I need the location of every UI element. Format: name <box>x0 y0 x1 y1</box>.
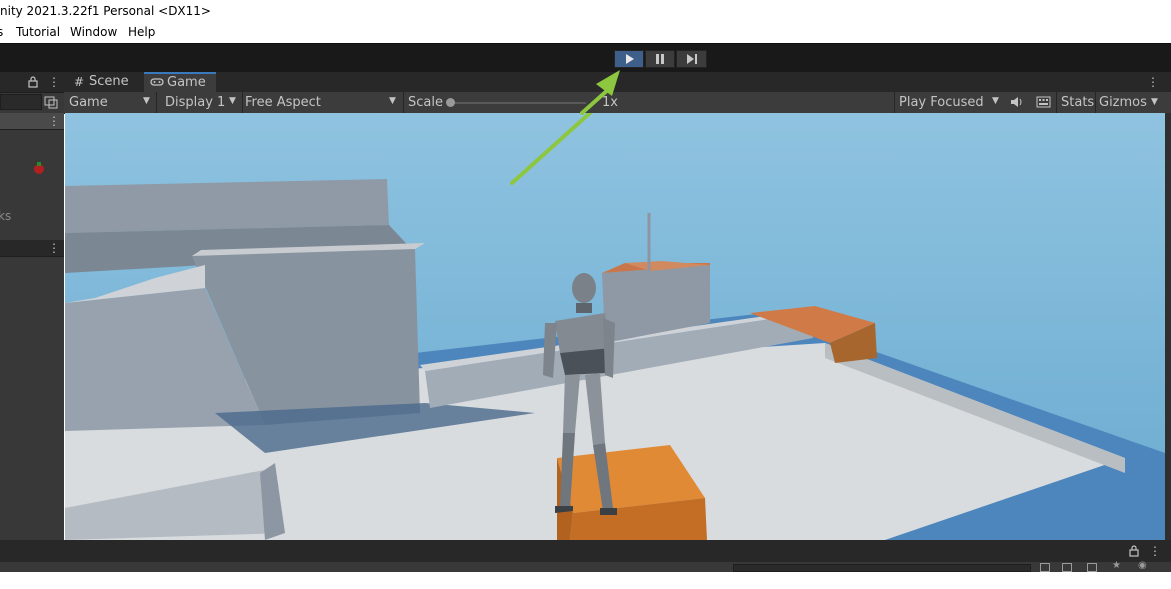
hash-icon: # <box>74 75 85 89</box>
menu-item-partial[interactable]: s <box>0 25 3 39</box>
kebab-menu-icon[interactable]: ⋮ <box>1149 545 1161 557</box>
panel-header: ⋮ <box>0 72 64 93</box>
game-viewport[interactable] <box>65 113 1165 540</box>
pause-icon <box>656 54 664 64</box>
kebab-menu-icon[interactable]: ⋮ <box>48 115 60 127</box>
hierarchy-panel: ⋮ ⋮ ks ⋮ <box>0 72 64 540</box>
tab-scene[interactable]: # Scene <box>68 72 142 92</box>
kebab-menu-icon[interactable]: ⋮ <box>1147 76 1159 88</box>
viewport-right-edge <box>1165 113 1171 540</box>
tab-scene-label: Scene <box>89 74 129 89</box>
aspect-label: Free Aspect <box>245 95 321 110</box>
display-label: Display 1 <box>165 95 226 110</box>
lock-icon[interactable] <box>28 76 38 88</box>
selected-row[interactable]: ⋮ <box>0 113 64 130</box>
game-mode-dropdown[interactable]: Game ▼ <box>64 92 154 113</box>
menu-item-window[interactable]: Window <box>70 25 117 39</box>
kebab-menu-icon[interactable]: ⋮ <box>48 242 60 254</box>
display-dropdown[interactable]: Display 1 ▼ <box>159 92 241 113</box>
step-icon <box>686 54 697 64</box>
chevron-down-icon: ▼ <box>143 96 150 106</box>
partial-label: ks <box>0 209 12 223</box>
gizmos-button[interactable]: Gizmos <box>1099 95 1147 110</box>
star-icon[interactable]: ★ <box>1112 560 1121 571</box>
keyboard-icon[interactable] <box>1036 96 1051 108</box>
pause-button[interactable] <box>645 50 675 68</box>
divider <box>156 92 157 113</box>
play-icon <box>626 54 634 64</box>
filter-icon[interactable] <box>1040 563 1050 572</box>
project-toolbar-strip: ★ ◉ <box>0 560 1171 572</box>
tab-game[interactable]: Game <box>144 72 216 92</box>
tab-game-label: Game <box>167 75 206 90</box>
panel-header-2: ⋮ <box>0 240 64 257</box>
bottom-panel-header: ⋮ <box>0 540 1171 562</box>
play-mode-label: Play Focused <box>899 95 984 110</box>
game-mode-label: Game <box>69 95 108 110</box>
audio-mute-icon[interactable] <box>1010 96 1024 108</box>
divider <box>403 92 404 113</box>
step-button[interactable] <box>676 50 707 68</box>
scale-label: Scale <box>408 95 443 110</box>
divider <box>242 92 243 113</box>
kebab-menu-icon[interactable]: ⋮ <box>48 76 60 88</box>
chevron-down-icon[interactable]: ▼ <box>1151 97 1158 107</box>
tutorial-arrow-overlay <box>510 113 593 185</box>
scale-slider-track[interactable] <box>450 102 586 104</box>
window-title-bar: nity 2021.3.22f1 Personal <DX11> <box>0 0 1171 22</box>
window-title: nity 2021.3.22f1 Personal <DX11> <box>0 4 211 18</box>
divider <box>894 92 895 113</box>
play-mode-dropdown[interactable]: Play Focused ▼ <box>896 92 1004 113</box>
eye-icon[interactable]: ◉ <box>1138 560 1147 571</box>
red-component-icon <box>34 162 44 174</box>
label-filter-icon[interactable] <box>1087 563 1097 572</box>
project-search-input[interactable] <box>733 564 1031 572</box>
gamepad-icon <box>150 78 164 86</box>
arrow-head-icon <box>580 70 620 115</box>
menu-bar: s Tutorial Window Help <box>0 22 1171 42</box>
arrow-icon <box>510 113 593 185</box>
search-input[interactable] <box>0 94 42 110</box>
scale-slider-handle[interactable] <box>446 98 455 107</box>
chevron-down-icon: ▼ <box>389 96 396 106</box>
type-filter-icon[interactable] <box>1062 563 1072 572</box>
divider <box>1056 92 1057 113</box>
menu-item-help[interactable]: Help <box>128 25 155 39</box>
aspect-dropdown[interactable]: Free Aspect ▼ <box>244 92 400 113</box>
divider <box>1095 92 1096 113</box>
chevron-down-icon: ▼ <box>992 96 999 106</box>
lock-icon[interactable] <box>1129 545 1139 557</box>
chevron-down-icon: ▼ <box>229 96 236 106</box>
main-toolbar <box>0 43 1171 73</box>
menu-item-tutorial[interactable]: Tutorial <box>16 25 60 39</box>
play-button[interactable] <box>614 50 644 68</box>
scene-visibility-icon[interactable] <box>44 95 58 109</box>
stats-button[interactable]: Stats <box>1061 95 1094 110</box>
